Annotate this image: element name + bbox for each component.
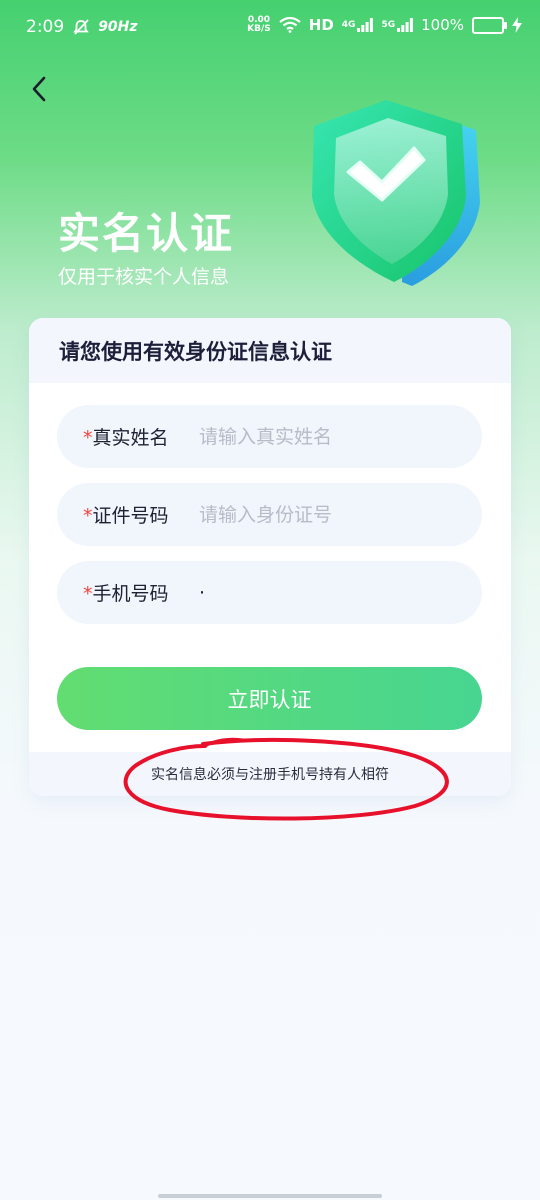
net-5g-label: 5G <box>381 20 396 30</box>
id-number-field[interactable]: *证件号码 <box>57 483 482 546</box>
battery-percent: 100% <box>421 16 464 34</box>
annotation-circle <box>123 737 449 821</box>
network-speed: 0.00 KB/S <box>247 15 271 34</box>
battery-icon <box>472 16 507 34</box>
charging-icon <box>512 17 522 33</box>
real-name-input[interactable] <box>197 424 471 449</box>
signal-icon <box>357 18 374 32</box>
net-4g-label: 4G <box>341 20 356 30</box>
phone-number-input[interactable] <box>197 580 471 605</box>
chevron-left-icon <box>32 76 46 102</box>
back-button[interactable] <box>26 72 56 106</box>
signal-icon <box>397 18 414 32</box>
status-time: 2:09 <box>26 17 65 37</box>
phone-number-label: *手机号码 <box>83 583 169 605</box>
card-heading: 请您使用有效身份证信息认证 <box>59 339 332 364</box>
phone-number-field[interactable]: *手机号码 <box>57 561 482 624</box>
real-name-label: *真实姓名 <box>83 427 169 449</box>
wifi-icon <box>279 17 301 33</box>
card-header: 请您使用有效身份证信息认证 <box>29 318 511 383</box>
verify-now-button[interactable]: 立即认证 <box>57 667 482 730</box>
page-title: 实名认证 <box>58 209 235 258</box>
verification-card: 请您使用有效身份证信息认证 *真实姓名 *证件号码 *手机号码 立即认证 实名信… <box>29 318 511 796</box>
alarm-off-icon <box>73 19 89 35</box>
status-bar: 2:09 90Hz 0.00 KB/S HD 4G 5G 100% <box>0 0 540 56</box>
refresh-rate: 90Hz <box>98 19 138 35</box>
hd-indicator: HD <box>308 16 334 34</box>
home-indicator[interactable] <box>158 1194 382 1198</box>
page-subtitle: 仅用于核实个人信息 <box>58 266 230 288</box>
real-name-field[interactable]: *真实姓名 <box>57 405 482 468</box>
shield-check-icon <box>312 100 480 286</box>
id-number-input[interactable] <box>197 502 471 527</box>
id-number-label: *证件号码 <box>83 505 169 527</box>
